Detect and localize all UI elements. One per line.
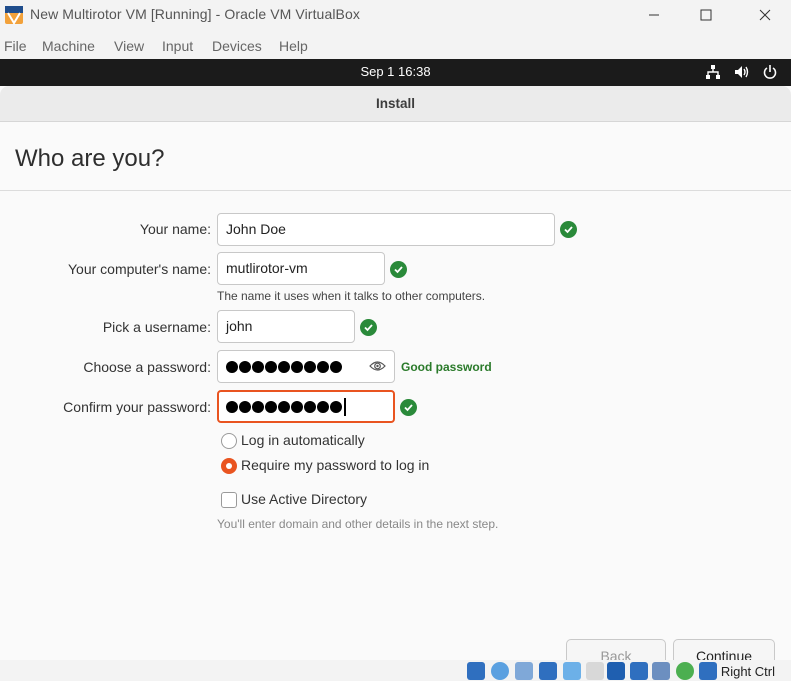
password-dot	[304, 401, 316, 413]
password-dot	[278, 361, 290, 373]
network-icon[interactable]	[705, 64, 721, 80]
password-mask	[226, 361, 342, 373]
display-icon[interactable]	[607, 662, 625, 680]
login-automatically-label[interactable]: Log in automatically	[241, 432, 365, 448]
continue-button[interactable]: Continue	[673, 639, 775, 660]
heading-separator	[0, 190, 791, 191]
username-label: Pick a username:	[102, 319, 211, 335]
require-password-radio[interactable]	[221, 458, 237, 474]
password-dot	[265, 401, 277, 413]
power-icon[interactable]	[762, 64, 778, 80]
text-caret	[344, 398, 346, 416]
password-dot	[291, 361, 303, 373]
shared-folders-icon[interactable]	[586, 662, 604, 680]
active-directory-hint: You'll enter domain and other details in…	[217, 517, 499, 531]
network-adapter-icon[interactable]	[539, 662, 557, 680]
minimize-button[interactable]	[631, 0, 677, 30]
menu-view[interactable]: View	[114, 38, 144, 54]
recording-icon[interactable]	[630, 662, 648, 680]
virtualization-icon[interactable]	[652, 662, 670, 680]
minimize-icon	[649, 14, 659, 16]
virtualbox-logo-icon	[5, 6, 23, 25]
usb-icon[interactable]	[563, 662, 581, 680]
password-dot	[304, 361, 316, 373]
password-dot	[252, 361, 264, 373]
password-dot	[330, 401, 342, 413]
close-button[interactable]	[742, 0, 788, 30]
optical-drive-icon[interactable]	[491, 662, 509, 680]
menubar: File Machine View Input Devices Help	[0, 34, 791, 59]
password-dot	[239, 361, 251, 373]
guest-top-bar: Sep 1 16:38	[0, 59, 791, 86]
confirm-password-label: Confirm your password:	[63, 399, 211, 415]
maximize-button[interactable]	[683, 0, 729, 30]
menu-machine[interactable]: Machine	[42, 38, 95, 54]
confirm-valid-check-icon	[400, 399, 417, 416]
your-name-label: Your name:	[139, 221, 211, 237]
password-dot	[226, 361, 238, 373]
username-value: john	[226, 318, 253, 334]
volume-icon[interactable]	[733, 64, 749, 80]
password-dot	[226, 401, 238, 413]
window-titlebar: New Multirotor VM [Running] - Oracle VM …	[0, 0, 791, 32]
computer-name-label: Your computer's name:	[67, 261, 211, 277]
keyboard-capture-icon[interactable]	[699, 662, 717, 680]
active-directory-label[interactable]: Use Active Directory	[241, 491, 367, 507]
require-password-label[interactable]: Require my password to log in	[241, 457, 429, 473]
back-button[interactable]: Back	[566, 639, 666, 660]
password-strength: Good password	[401, 360, 492, 374]
password-dot	[330, 361, 342, 373]
login-automatically-radio[interactable]	[221, 433, 237, 449]
username-valid-check-icon	[360, 319, 377, 336]
password-dot	[252, 401, 264, 413]
close-icon	[759, 9, 771, 21]
clock[interactable]: Sep 1 16:38	[0, 64, 791, 79]
menu-input[interactable]: Input	[162, 38, 193, 54]
installer-window: Install Who are you? Your name: John Doe…	[0, 86, 791, 660]
hard-disk-icon[interactable]	[467, 662, 485, 680]
username-input[interactable]: john	[217, 310, 355, 343]
menu-devices[interactable]: Devices	[212, 38, 262, 54]
computer-valid-check-icon	[390, 261, 407, 278]
password-dot	[278, 401, 290, 413]
name-valid-check-icon	[560, 221, 577, 238]
computer-name-hint: The name it uses when it talks to other …	[217, 289, 486, 303]
computer-name-input[interactable]: mutlirotor-vm	[217, 252, 385, 285]
mouse-integration-icon[interactable]	[676, 662, 694, 680]
password-label: Choose a password:	[83, 359, 211, 375]
your-name-value: John Doe	[226, 221, 286, 237]
vbox-statusbar: Right Ctrl	[0, 660, 791, 681]
computer-name-value: mutlirotor-vm	[226, 260, 308, 276]
menu-file[interactable]: File	[4, 38, 27, 54]
audio-icon[interactable]	[515, 662, 533, 680]
your-name-input[interactable]: John Doe	[217, 213, 555, 246]
confirm-password-mask	[226, 398, 346, 416]
password-dot	[239, 401, 251, 413]
password-dot	[317, 401, 329, 413]
maximize-icon	[700, 9, 712, 21]
host-key-label: Right Ctrl	[720, 664, 775, 679]
menu-help[interactable]: Help	[279, 38, 308, 54]
installer-title: Install	[375, 96, 415, 111]
installer-headerbar: Install	[0, 86, 791, 122]
show-password-eye-icon[interactable]	[369, 359, 386, 373]
password-dot	[291, 401, 303, 413]
active-directory-checkbox[interactable]	[221, 492, 237, 508]
password-input[interactable]	[217, 350, 395, 383]
confirm-password-input[interactable]	[217, 390, 395, 423]
password-dot	[317, 361, 329, 373]
window-title: New Multirotor VM [Running] - Oracle VM …	[30, 6, 360, 22]
page-heading: Who are you?	[15, 145, 165, 172]
password-dot	[265, 361, 277, 373]
